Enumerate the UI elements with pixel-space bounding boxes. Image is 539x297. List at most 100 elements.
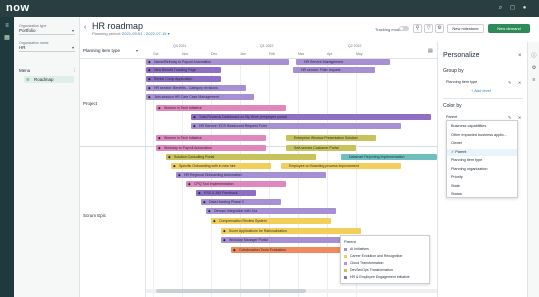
- roadmap-bar[interactable]: ◆ Workday Manager Portal: [221, 237, 341, 243]
- new-milestone-button[interactable]: New milestone: [447, 24, 484, 33]
- back-button[interactable]: ‹: [84, 24, 86, 31]
- roadmap-bar[interactable]: ◆ Score Applications for Rationalization: [221, 228, 361, 234]
- column-settings-icon[interactable]: ▤: [428, 48, 433, 54]
- planning-period-link[interactable]: 2021-09-01 - 2022-07-15 ▾: [122, 31, 170, 36]
- roadmap-bar-label: CPQ Tool implementation: [194, 182, 234, 186]
- roadmap-bar[interactable]: ◆ HR Regional Onboarding Automation: [176, 172, 326, 178]
- roadmap-bar[interactable]: ◆ Jam-session HR Care Case Management: [146, 94, 254, 100]
- quarter-label: Q1 2022: [260, 44, 274, 48]
- roadmap-bar[interactable]: ◆ Name/Birthday to Payroll Automation: [146, 59, 289, 65]
- grid-icon[interactable]: ▦: [3, 34, 11, 42]
- roadmap-bar[interactable]: Datamart Reporting Implementation: [341, 154, 437, 160]
- month-label: Jan: [240, 52, 246, 56]
- roadmap-bar-label: HR Service Management: [304, 60, 344, 64]
- color-by-option[interactable]: ✓ Parent: [447, 148, 517, 156]
- roadmap-bar[interactable]: ◆ Data Hacking Phase 2: [201, 199, 281, 205]
- add-level-link[interactable]: + Add level: [471, 88, 491, 93]
- org-name-value: HR: [19, 45, 26, 50]
- roadmap-bar-label: Enterprise Window Presentation Solution: [294, 136, 358, 140]
- roadmap-bar[interactable]: ◆ Women in Tech Initiative: [156, 135, 266, 141]
- roadmap-bar[interactable]: Self-service Customer Portal: [286, 145, 356, 151]
- search-icon[interactable]: ⌕: [497, 5, 504, 12]
- month-label: Feb: [269, 52, 276, 56]
- user-icon[interactable]: ●: [521, 5, 528, 12]
- roadmap-bar-label: Total Rewards Dashboard on My Work (empl…: [199, 115, 288, 119]
- menu-heading: Menu: [19, 68, 31, 73]
- pin-icon: ◆: [208, 209, 211, 213]
- roadmap-bar[interactable]: HR service: Filter request: [293, 67, 375, 73]
- settings-icon[interactable]: ⚙: [530, 64, 538, 72]
- org-name-select[interactable]: HR ▾: [19, 45, 75, 52]
- menu-item-roadmap[interactable]: ☰ Roadmap: [24, 76, 74, 83]
- planning-period: Planning period: 2021-09-01 - 2022-07-15…: [92, 31, 170, 36]
- roadmap-bar[interactable]: ◆ Compensation Review System: [211, 218, 331, 224]
- pin-icon: ◆: [223, 238, 226, 242]
- color-by-option[interactable]: Owner: [447, 140, 517, 147]
- org-type-select[interactable]: Portfolio ▾: [19, 28, 75, 35]
- color-by-option[interactable]: Other impacted business applic...: [447, 132, 517, 139]
- delete-icon[interactable]: ✕: [518, 80, 521, 85]
- roadmap-bar-label: Jam-session HR Care Case Management: [154, 95, 219, 99]
- row-label-scrum-epic: Scrum Epic: [83, 213, 107, 218]
- roadmap-bar[interactable]: ◆ Women in Tech Initiative: [156, 105, 286, 111]
- roadmap-bar[interactable]: ◆ Total Rewards Dashboard on My Work (emp…: [191, 114, 431, 120]
- row-labels: Project Scrum Epic: [80, 59, 146, 297]
- roadmap-bar-label: ESS & 360 Feedback: [204, 191, 238, 195]
- info-icon[interactable]: ⓘ: [530, 52, 538, 60]
- color-by-heading: Color by: [443, 103, 462, 109]
- color-by-field[interactable]: Parent: [446, 115, 457, 119]
- roadmap-bar[interactable]: ◆ ESS & 360 Feedback: [196, 190, 256, 196]
- pin-icon: ◆: [173, 164, 176, 168]
- close-icon[interactable]: ×: [518, 53, 522, 59]
- roadmap-bar[interactable]: ◆ Devops Integration with Jira: [206, 208, 336, 214]
- quarter-label: Q4 2021: [173, 44, 187, 48]
- filter-icon[interactable]: ▽: [424, 24, 433, 33]
- planning-item-type-header[interactable]: Planning item type: [83, 48, 120, 53]
- month-label: Mar: [298, 52, 305, 56]
- more-icon[interactable]: ⋮: [72, 68, 77, 74]
- roadmap-bar[interactable]: ◆ CPQ Tool implementation: [186, 181, 286, 187]
- color-by-option[interactable]: Business capabilities: [447, 123, 517, 130]
- roadmap-bar[interactable]: Employee on Boarding process improvement: [281, 163, 401, 169]
- left-icon-rail: ≡ ▦: [0, 17, 14, 297]
- pin-icon: ◆: [193, 124, 196, 128]
- roadmap-bar-label: New Benefit Tracking Page: [154, 68, 197, 72]
- roadmap-bar[interactable]: ◆ Solution Consulting Portal: [166, 154, 316, 160]
- horizontal-scrollbar[interactable]: [146, 289, 437, 293]
- color-by-option[interactable]: Priority: [447, 174, 517, 181]
- group-by-field[interactable]: Planning item type: [446, 80, 477, 84]
- color-by-option[interactable]: State: [447, 183, 517, 190]
- roadmap-bar[interactable]: Enterprise Window Presentation Solution: [286, 135, 376, 141]
- link-icon[interactable]: ⚲: [413, 24, 422, 33]
- new-demand-button[interactable]: New demand: [488, 24, 530, 33]
- roadmap-bar[interactable]: ◆ HR service: Benefits - Category revisio…: [146, 85, 246, 91]
- settings-icon[interactable]: ⚙: [435, 24, 444, 33]
- roadmap-bar[interactable]: ◆ New Benefit Tracking Page: [146, 67, 221, 73]
- roadmap-bar[interactable]: ◆ Rental Comp Application: [146, 76, 221, 82]
- list-icon[interactable]: ≡: [530, 76, 538, 84]
- pin-icon: ◆: [148, 68, 151, 72]
- color-by-dropdown[interactable]: Business capabilities Other impacted busi…: [446, 120, 518, 198]
- org-type-value: Portfolio: [19, 28, 36, 33]
- chat-icon[interactable]: ◻: [509, 5, 516, 12]
- filter-icon[interactable]: ≡: [3, 22, 11, 30]
- chevron-down-icon[interactable]: ▾: [136, 48, 138, 53]
- color-by-option[interactable]: Planning item type: [447, 157, 517, 164]
- edit-icon[interactable]: ✎: [508, 80, 511, 85]
- color-by-option[interactable]: Planning organization: [447, 166, 517, 173]
- roadmap-bar-label: Score Applications for Rationalization: [229, 229, 287, 233]
- servicenow-logo[interactable]: now: [6, 2, 30, 14]
- color-by-option[interactable]: Status: [447, 191, 517, 198]
- roadmap-bar[interactable]: ◆ Specific Onboarding with in new hire: [171, 163, 271, 169]
- scrollbar-thumb[interactable]: [156, 289, 306, 293]
- roadmap-bar[interactable]: ◆ HR Service: ECS Headcount Request Form: [191, 123, 401, 129]
- roadmap-bar-label: Name/Birthday to Payroll Automation: [154, 60, 212, 64]
- pin-icon: ◆: [233, 248, 236, 252]
- delete-icon[interactable]: ✕: [518, 115, 521, 120]
- roadmap-bar[interactable]: HR Service Management: [296, 59, 390, 65]
- roadmap-bar-label: Workday Manager Portal: [229, 238, 268, 242]
- legend-item: Cloud Transformation: [344, 260, 426, 267]
- tracking-mode-toggle[interactable]: [399, 26, 409, 31]
- roadmap-bar[interactable]: ◆ Workday to Payroll Automation: [156, 145, 266, 151]
- legend-item: AI Initiatives: [344, 246, 426, 253]
